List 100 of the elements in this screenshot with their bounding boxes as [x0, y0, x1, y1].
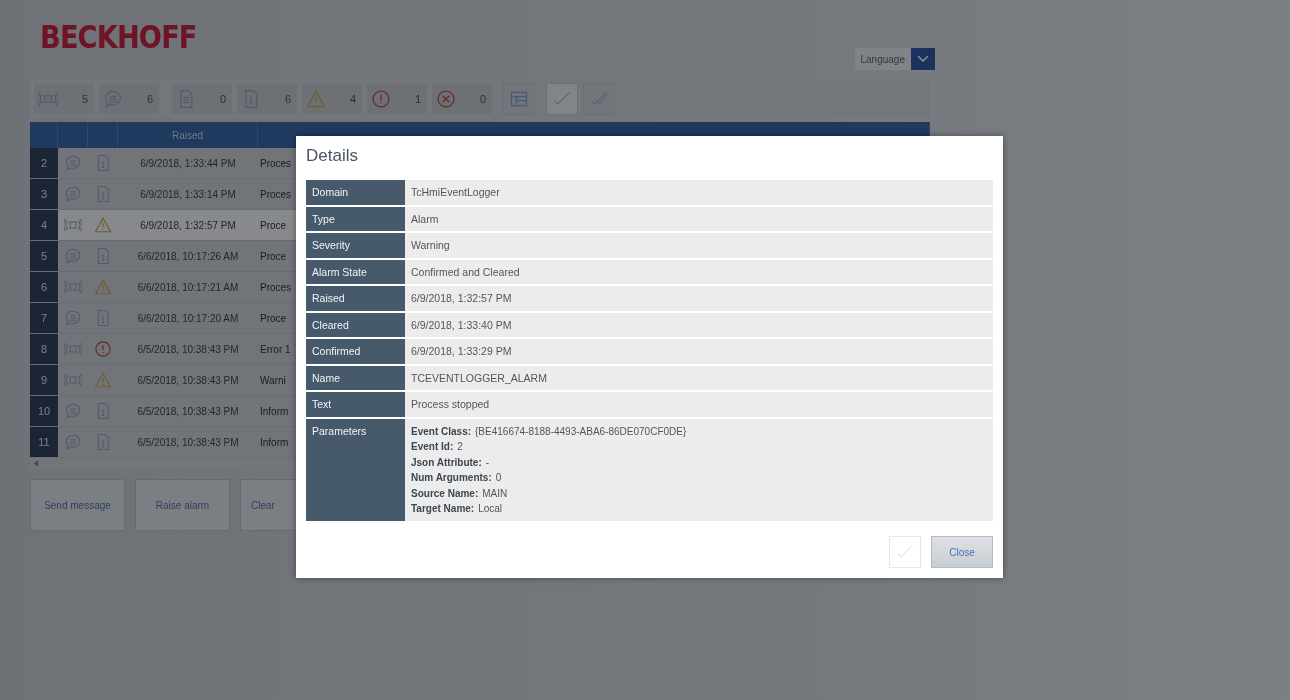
speech-bubble-icon: [103, 89, 123, 109]
row-number: 7: [30, 303, 58, 333]
filter-button[interactable]: 4: [302, 84, 362, 114]
table-icon: [509, 89, 529, 109]
field-value: Alarm: [405, 206, 993, 231]
row-number: 8: [30, 334, 58, 364]
parameter-line: Num Arguments: 0: [411, 471, 502, 484]
field-label: Parameters: [306, 418, 405, 521]
parameter-line: Event Class: {BE416674-8188-4493-ABA6-86DE070CF0DE}: [411, 424, 687, 438]
table-cell-text: 6/6/2018, 10:17:26 AM: [136, 250, 240, 262]
chevron-down-icon: [916, 54, 930, 64]
field-value: Process stopped: [405, 392, 993, 417]
table-cell-text: 6/6/2018, 10:17:20 AM: [136, 312, 240, 324]
filter-count: 6: [146, 93, 153, 105]
row-number: 11: [30, 427, 58, 457]
field-label: Name: [306, 365, 405, 390]
table-cell-text: Proces: [259, 281, 292, 293]
parameter-line: Target Name: Local: [411, 502, 503, 515]
table-cell-text: Proce: [259, 250, 287, 262]
filter-button[interactable]: 0: [172, 84, 232, 114]
error-icon: [94, 340, 112, 358]
filter-count: 1: [414, 93, 421, 105]
filter-button[interactable]: 6: [99, 84, 159, 114]
parameter-line: Source Name: MAIN: [411, 486, 508, 500]
table-cell-text: 6/9/2018, 1:33:14 PM: [139, 188, 237, 200]
parameter-line: Json Attribute: -: [411, 455, 490, 469]
filter-button[interactable]: 0: [432, 84, 492, 114]
field-label: Raised: [306, 286, 405, 311]
table-cell-text: Inform: [259, 405, 289, 417]
table-cell-text: 6/5/2018, 10:38:43 PM: [136, 343, 240, 355]
field-label: Domain: [306, 180, 405, 205]
table-cell-text: Proces: [259, 157, 292, 169]
speech-bubble-icon: [64, 247, 82, 265]
filter-count: 5: [81, 93, 88, 105]
table-cell-text: Inform: [259, 436, 289, 448]
table-cell-text: Proce: [259, 219, 287, 231]
speech-bubble-icon: [64, 402, 82, 420]
table-cell-text: 6/5/2018, 10:38:43 PM: [136, 436, 240, 448]
action-button[interactable]: Send message: [30, 479, 125, 531]
alarm-icon: [64, 340, 82, 358]
language-label: Language: [854, 48, 911, 70]
speech-bubble-icon: [64, 433, 82, 451]
parameter-line: Event Id: 2: [411, 440, 463, 453]
warning-icon: [94, 216, 112, 234]
field-label: Alarm State: [306, 259, 405, 284]
table-cell-text: 6/5/2018, 10:38:43 PM: [136, 374, 240, 386]
close-button[interactable]: Close: [931, 536, 993, 568]
field-label: Severity: [306, 233, 405, 258]
table-cell-text: 6/9/2018, 1:32:57 PM: [139, 219, 237, 231]
confirm-all-button[interactable]: [583, 83, 615, 115]
warning-icon: [94, 371, 112, 389]
scroll-left-icon: [34, 460, 39, 467]
alarm-icon: [64, 278, 82, 296]
field-label: Cleared: [306, 312, 405, 337]
filter-count: 6: [284, 93, 291, 105]
field-value: TCEVENTLOGGER_ALARM: [405, 365, 993, 390]
field-value: TcHmiEventLogger: [405, 180, 993, 205]
action-button[interactable]: Raise alarm: [135, 479, 230, 531]
field-label: Confirmed: [306, 339, 405, 364]
table-cell-text: 6/5/2018, 10:38:43 PM: [136, 405, 240, 417]
columns-button[interactable]: [503, 83, 535, 115]
table-cell-text: Error 1: [259, 343, 291, 355]
filter-count: 0: [479, 93, 486, 105]
row-number: 10: [30, 396, 58, 426]
field-value: 6/9/2018, 1:33:29 PM: [405, 339, 993, 364]
field-label: Text: [306, 392, 405, 417]
confirm-button[interactable]: [546, 83, 578, 115]
cross-circle-icon: [436, 89, 456, 109]
table-cell-text: Proces: [259, 188, 292, 200]
field-value: Confirmed and Cleared: [405, 259, 993, 284]
table-cell-text: Warni: [259, 374, 286, 386]
table-cell-text: Proce: [259, 312, 287, 324]
alarm-icon: [64, 216, 82, 234]
speech-bubble-icon: [64, 185, 82, 203]
filter-button[interactable]: 1: [367, 84, 427, 114]
dropdown-button[interactable]: [911, 48, 935, 70]
row-number: 5: [30, 241, 58, 271]
row-number: 4: [30, 210, 58, 240]
field-value: Warning: [405, 233, 993, 258]
field-value: 6/9/2018, 1:32:57 PM: [405, 286, 993, 311]
dialog-title: Details: [306, 146, 359, 166]
alarm-icon: [64, 371, 82, 389]
filter-button[interactable]: 5: [34, 84, 94, 114]
table-cell-text: 6/6/2018, 10:17:21 AM: [136, 281, 240, 293]
language-dropdown[interactable]: Language: [854, 48, 935, 70]
filter-count: 4: [349, 93, 356, 105]
table-cell-text: 6/9/2018, 1:33:44 PM: [139, 157, 237, 169]
speech-bubble-icon: [64, 154, 82, 172]
warning-icon: [306, 89, 326, 109]
warning-icon: [94, 278, 112, 296]
row-number: 6: [30, 272, 58, 302]
filter-count: 0: [219, 93, 226, 105]
error-icon: [371, 89, 391, 109]
speech-bubble-icon: [64, 309, 82, 327]
row-number: 9: [30, 365, 58, 395]
alarm-icon: [38, 89, 58, 109]
field-label: Type: [306, 206, 405, 231]
logo: BECKHOFF: [40, 18, 197, 56]
row-number: 2: [30, 148, 58, 178]
filter-button[interactable]: 6: [237, 84, 297, 114]
